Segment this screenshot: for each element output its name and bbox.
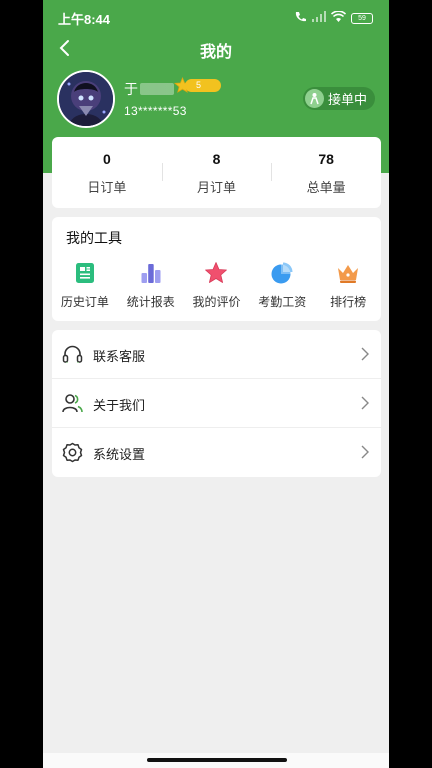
tool-label: 考勤工资 [258, 295, 307, 309]
tool-statistics[interactable]: 统计报表 [118, 261, 184, 310]
settings-icon [62, 442, 83, 463]
nav-bar: 我的 [43, 34, 389, 62]
stats-card: 0 日订单 8 月订单 78 总单量 [52, 137, 381, 208]
user-name: 于 [124, 79, 174, 99]
headset-icon [62, 345, 83, 363]
battery-icon: 59 [351, 12, 373, 24]
stat-total-orders[interactable]: 78 总单量 [271, 137, 381, 208]
work-status-toggle[interactable]: 接单中 [302, 87, 375, 110]
chevron-right-icon [361, 396, 369, 410]
stat-label: 月订单 [197, 180, 237, 195]
stat-value: 78 [318, 151, 334, 167]
level-value: 5 [185, 79, 221, 92]
tool-label: 我的评价 [192, 295, 241, 309]
menu-item-contact-service[interactable]: 联系客服 [52, 330, 381, 379]
user-name-text: 于 [124, 81, 138, 97]
tool-attendance-salary[interactable]: 考勤工资 [249, 261, 315, 310]
menu-label: 关于我们 [93, 398, 146, 413]
users-icon [62, 394, 83, 413]
avatar[interactable] [57, 70, 115, 128]
call-icon [294, 9, 307, 27]
user-phone: 13*******53 [124, 104, 187, 118]
work-status-label: 接单中 [327, 92, 367, 107]
home-indicator[interactable] [147, 758, 287, 762]
level-badge: 5 [174, 77, 221, 94]
app-screen: 上午8:44 59 我的 于 5 13*******53 接单中 0 日订单 8… [43, 0, 389, 768]
chevron-right-icon [361, 347, 369, 361]
page-title: 我的 [199, 44, 232, 61]
order-history-icon [75, 263, 94, 283]
tools-card: 我的工具 历史订单 统计报表 我的评价 考勤工资 排行榜 [52, 217, 381, 321]
bar-chart-icon [141, 264, 161, 283]
tool-leaderboard[interactable]: 排行榜 [315, 261, 381, 310]
tool-label: 排行榜 [330, 295, 367, 309]
chevron-right-icon [361, 445, 369, 459]
tool-label: 历史订单 [60, 295, 109, 309]
status-bar: 上午8:44 59 [43, 0, 389, 32]
tool-order-history[interactable]: 历史订单 [52, 261, 118, 310]
menu-item-system-settings[interactable]: 系统设置 [52, 428, 381, 477]
star-icon [205, 262, 228, 283]
stat-value: 8 [212, 151, 221, 167]
tool-label: 统计报表 [126, 295, 175, 309]
crown-icon [338, 265, 359, 283]
menu-label: 联系客服 [93, 349, 146, 364]
stat-label: 总单量 [306, 180, 346, 195]
stat-monthly-orders[interactable]: 8 月订单 [161, 137, 272, 208]
tools-title: 我的工具 [66, 230, 122, 246]
signal-icon [312, 9, 326, 27]
menu-label: 系统设置 [93, 447, 146, 462]
status-time: 上午8:44 [58, 12, 111, 27]
status-icons: 59 [294, 9, 373, 27]
stat-value: 0 [102, 151, 111, 167]
tool-my-reviews[interactable]: 我的评价 [184, 261, 250, 310]
tools-row: 历史订单 统计报表 我的评价 考勤工资 排行榜 [52, 261, 381, 310]
menu-card: 联系客服 关于我们 系统设置 [52, 330, 381, 477]
pie-chart-icon [271, 262, 293, 284]
stat-label: 日订单 [87, 180, 127, 195]
stat-daily-orders[interactable]: 0 日订单 [52, 137, 162, 208]
menu-item-about-us[interactable]: 关于我们 [52, 379, 381, 428]
rider-icon [304, 89, 324, 108]
name-redaction [140, 83, 174, 95]
wifi-icon [330, 9, 347, 27]
